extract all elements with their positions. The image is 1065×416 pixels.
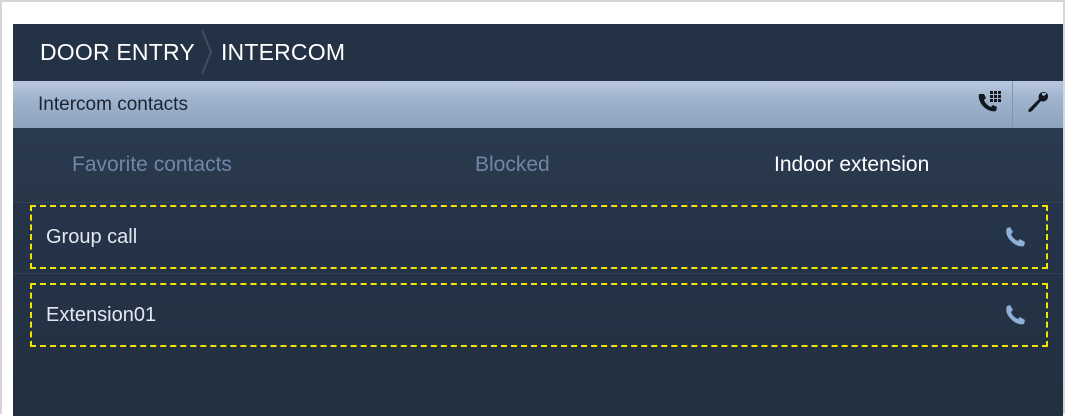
breadcrumb-door-entry[interactable]: DOOR ENTRY — [40, 39, 195, 66]
breadcrumb: DOOR ENTRY INTERCOM — [13, 24, 1063, 81]
list-item-label: Group call — [46, 225, 138, 248]
phone-keypad-icon — [976, 90, 1002, 119]
keypad-button[interactable] — [965, 81, 1013, 128]
breadcrumb-intercom: INTERCOM — [220, 39, 346, 65]
page-title: Intercom contacts — [38, 93, 188, 115]
phone-icon[interactable] — [1000, 222, 1030, 252]
list-item-label: Extension01 — [46, 303, 157, 326]
wrench-icon — [1026, 90, 1050, 119]
phone-icon[interactable] — [1000, 300, 1030, 330]
window-frame: DOOR ENTRY INTERCOM Intercom contacts Fa… — [0, 0, 1065, 416]
intercom-screen: DOOR ENTRY INTERCOM Intercom contacts Fa… — [13, 24, 1063, 416]
list-item-group-call[interactable]: Group call — [30, 205, 1048, 269]
settings-button[interactable] — [1013, 81, 1063, 128]
breadcrumb-separator-icon — [201, 24, 213, 81]
tab-indoor-extension[interactable]: Indoor extension — [774, 128, 929, 202]
header-bar: Intercom contacts — [13, 81, 1063, 128]
tab-bar: Favorite contacts Blocked Indoor extensi… — [13, 128, 1063, 203]
tab-blocked[interactable]: Blocked — [475, 128, 550, 202]
row-divider — [13, 273, 1063, 274]
list-item-extension01[interactable]: Extension01 — [30, 283, 1048, 347]
tab-favorite-contacts[interactable]: Favorite contacts — [72, 128, 232, 202]
